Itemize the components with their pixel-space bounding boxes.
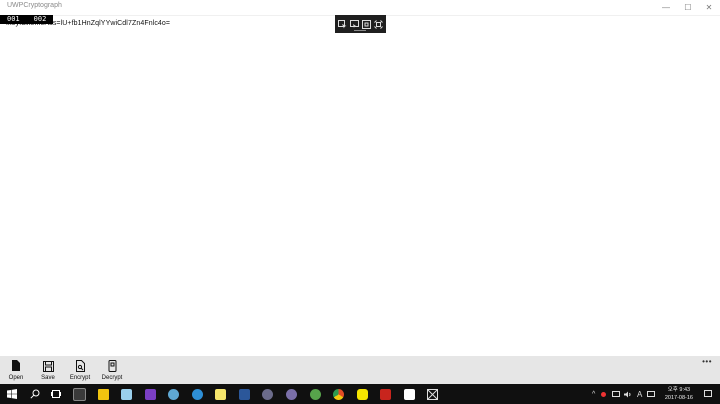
document-app-icon[interactable] (237, 387, 251, 401)
encrypt-button[interactable]: Encrypt (65, 360, 95, 381)
close-button[interactable]: ✕ (698, 0, 720, 15)
minimize-button[interactable]: — (655, 0, 677, 15)
network-icon[interactable] (612, 384, 620, 404)
layout-adorners-icon[interactable] (373, 19, 383, 29)
frame-counter-2: 002 (33, 15, 47, 23)
decrypt-label: Decrypt (101, 375, 123, 381)
tray-app-icon[interactable] (601, 384, 606, 404)
decrypt-icon (106, 360, 118, 372)
time: 9:43 (679, 387, 691, 393)
text-editor[interactable]: fkeyfdlkemeAss=lU+fb1HnZqlYYwiCdl7Zn4Fnl… (0, 15, 720, 357)
select-element-icon[interactable] (338, 19, 347, 29)
show-hidden-icons-icon[interactable]: ^ (592, 384, 595, 404)
search-icon[interactable] (28, 387, 42, 401)
track-focus-icon[interactable] (361, 19, 371, 29)
clapper-app-icon[interactable] (402, 387, 416, 401)
command-bar: Open Save Encrypt Decrypt ••• (0, 356, 720, 384)
decrypt-button[interactable]: Decrypt (97, 360, 127, 381)
chrome-icon[interactable] (331, 387, 345, 401)
sticky-notes-icon[interactable] (213, 387, 227, 401)
start-icon[interactable] (5, 387, 19, 401)
save-button[interactable]: Save (33, 360, 63, 381)
save-icon (42, 360, 54, 372)
volume-icon[interactable] (624, 384, 632, 404)
frame-rate-counter: 001 002 (0, 15, 54, 24)
encrypt-icon (74, 360, 86, 372)
title-bar: UWPCryptograph — ☐ ✕ (0, 0, 720, 15)
task-view-icon[interactable] (49, 387, 63, 401)
save-label: Save (41, 375, 55, 381)
keyboard-icon[interactable] (647, 384, 655, 404)
window-title: UWPCryptograph (7, 2, 62, 9)
toolbar-grip[interactable] (354, 30, 366, 31)
app-pill-2-icon[interactable] (284, 387, 298, 401)
display-adorners-icon[interactable] (350, 19, 360, 29)
action-center-icon[interactable] (704, 384, 712, 404)
ime-indicator[interactable]: A (637, 384, 642, 404)
media-app-icon[interactable] (72, 387, 86, 401)
photos-app-icon[interactable] (119, 387, 133, 401)
maximize-button[interactable]: ☐ (677, 0, 699, 15)
android-app-icon[interactable] (308, 387, 322, 401)
open-button[interactable]: Open (1, 360, 31, 381)
xaml-debug-toolbar (335, 15, 386, 33)
more-options-button[interactable]: ••• (702, 357, 712, 366)
kakaotalk-icon[interactable] (355, 387, 369, 401)
frame-counter-1: 001 (7, 15, 20, 23)
file-explorer-icon[interactable] (96, 387, 110, 401)
edge-browser-icon[interactable] (190, 387, 204, 401)
encrypt-label: Encrypt (69, 375, 91, 381)
filezilla-icon[interactable] (378, 387, 392, 401)
app-pill-1-icon[interactable] (260, 387, 274, 401)
date: 2017-08-16 (664, 395, 693, 401)
visual-studio-icon[interactable] (143, 387, 157, 401)
window-app-icon[interactable] (425, 387, 439, 401)
network-app-icon[interactable] (166, 387, 180, 401)
open-label: Open (8, 375, 24, 381)
taskbar: ^ A 오후 9:43 2017-08-16 (0, 384, 720, 404)
clock[interactable]: 오후 9:43 2017-08-16 (665, 386, 693, 402)
open-file-icon (10, 360, 22, 372)
time-period: 오후 (667, 387, 678, 393)
